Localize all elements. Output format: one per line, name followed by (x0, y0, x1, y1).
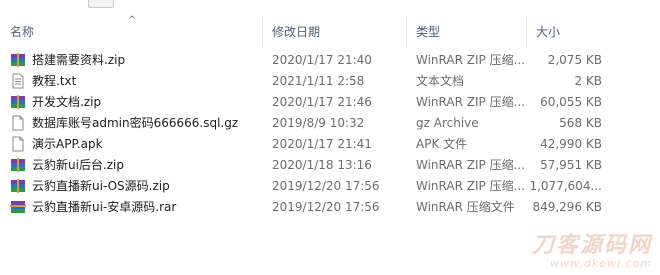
file-name-cell: 开发文档.zip (10, 92, 262, 113)
file-type: WinRAR ZIP 压缩... (416, 179, 526, 193)
file-name: 数据库账号admin密码666666.sql.gz (32, 116, 239, 130)
watermark-url: www.dkewl.com (550, 257, 652, 270)
file-name: 云豹直播新ui-OS源码.zip (32, 179, 170, 193)
file-name: 云豹新ui后台.zip (32, 158, 125, 172)
file-date: 2020/1/17 21:46 (272, 95, 372, 109)
file-size: 57,951 KB (540, 158, 602, 172)
window-top-edge (0, 0, 660, 14)
file-name: 云豹直播新ui-安卓源码.rar (32, 200, 177, 214)
file-name: 教程.txt (32, 74, 77, 88)
winrar-zip-icon (11, 158, 25, 172)
file-row[interactable]: 云豹直播新ui-OS源码.zip 2019/12/20 17:56 WinRAR… (0, 176, 660, 197)
file-name-cell: 云豹新ui后台.zip (10, 155, 262, 176)
file-name: 演示APP.apk (32, 137, 103, 151)
column-header-type[interactable]: 类型 (406, 14, 526, 50)
file-name: 开发文档.zip (32, 95, 102, 109)
column-header-name[interactable]: 名称 (0, 14, 262, 50)
blank-file-icon (12, 115, 24, 131)
file-name-cell: 云豹直播新ui-OS源码.zip (10, 176, 262, 197)
file-name-cell: 搭建需要资料.zip (10, 50, 262, 71)
watermark-title: 刀客源码网 (531, 233, 652, 258)
winrar-zip-icon (11, 53, 25, 67)
file-date: 2020/1/17 21:41 (272, 137, 372, 151)
winrar-rar-icon (10, 201, 26, 213)
file-size: 2,075 KB (547, 53, 602, 67)
file-name-cell: 教程.txt (10, 71, 262, 92)
file-size: 60,055 KB (540, 95, 602, 109)
column-header-bar: ^ 名称 修改日期 类型 大小 (0, 14, 660, 50)
file-size: 849,296 KB (532, 200, 602, 214)
file-row[interactable]: 教程.txt 2021/1/11 2:58 文本文档 2 KB (0, 71, 660, 92)
file-size: 568 KB (559, 116, 602, 130)
file-date: 2019/12/20 17:56 (272, 200, 380, 214)
file-date: 2020/1/18 13:16 (272, 158, 372, 172)
file-type: APK 文件 (416, 137, 468, 151)
file-row[interactable]: 开发文档.zip 2020/1/17 21:46 WinRAR ZIP 压缩..… (0, 92, 660, 113)
column-header-size[interactable]: 大小 (526, 14, 660, 50)
file-type: gz Archive (416, 116, 479, 130)
file-row[interactable]: 云豹新ui后台.zip 2020/1/18 13:16 WinRAR ZIP 压… (0, 155, 660, 176)
file-name-cell: 云豹直播新ui-安卓源码.rar (10, 197, 262, 218)
file-name-cell: 演示APP.apk (10, 134, 262, 155)
file-row[interactable]: 数据库账号admin密码666666.sql.gz 2019/8/9 10:32… (0, 113, 660, 134)
column-header-date[interactable]: 修改日期 (262, 14, 406, 50)
blank-file-icon (12, 136, 24, 152)
winrar-zip-icon (11, 95, 25, 109)
text-file-icon (12, 73, 24, 89)
file-name: 搭建需要资料.zip (32, 53, 126, 67)
file-type: WinRAR 压缩文件 (416, 200, 515, 214)
file-row[interactable]: 云豹直播新ui-安卓源码.rar 2019/12/20 17:56 WinRAR… (0, 197, 660, 218)
file-size: 1,077,604... (529, 179, 602, 193)
file-date: 2019/12/20 17:56 (272, 179, 380, 193)
tab-fragment (88, 0, 114, 8)
winrar-zip-icon (11, 179, 25, 193)
file-type: WinRAR ZIP 压缩... (416, 158, 526, 172)
file-size: 2 KB (574, 74, 602, 88)
file-date: 2021/1/11 2:58 (272, 74, 365, 88)
file-type: 文本文档 (416, 74, 465, 88)
file-date: 2020/1/17 21:40 (272, 53, 372, 67)
file-size: 42,990 KB (540, 137, 602, 151)
file-date: 2019/8/9 10:32 (272, 116, 365, 130)
file-type: WinRAR ZIP 压缩... (416, 95, 526, 109)
file-row[interactable]: 搭建需要资料.zip 2020/1/17 21:40 WinRAR ZIP 压缩… (0, 50, 660, 71)
watermark: 刀客源码网 www.dkewl.com (531, 233, 652, 270)
file-list: 搭建需要资料.zip 2020/1/17 21:40 WinRAR ZIP 压缩… (0, 50, 660, 218)
file-name-cell: 数据库账号admin密码666666.sql.gz (10, 113, 262, 134)
file-type: WinRAR ZIP 压缩... (416, 53, 526, 67)
file-row[interactable]: 演示APP.apk 2020/1/17 21:41 APK 文件 42,990 … (0, 134, 660, 155)
